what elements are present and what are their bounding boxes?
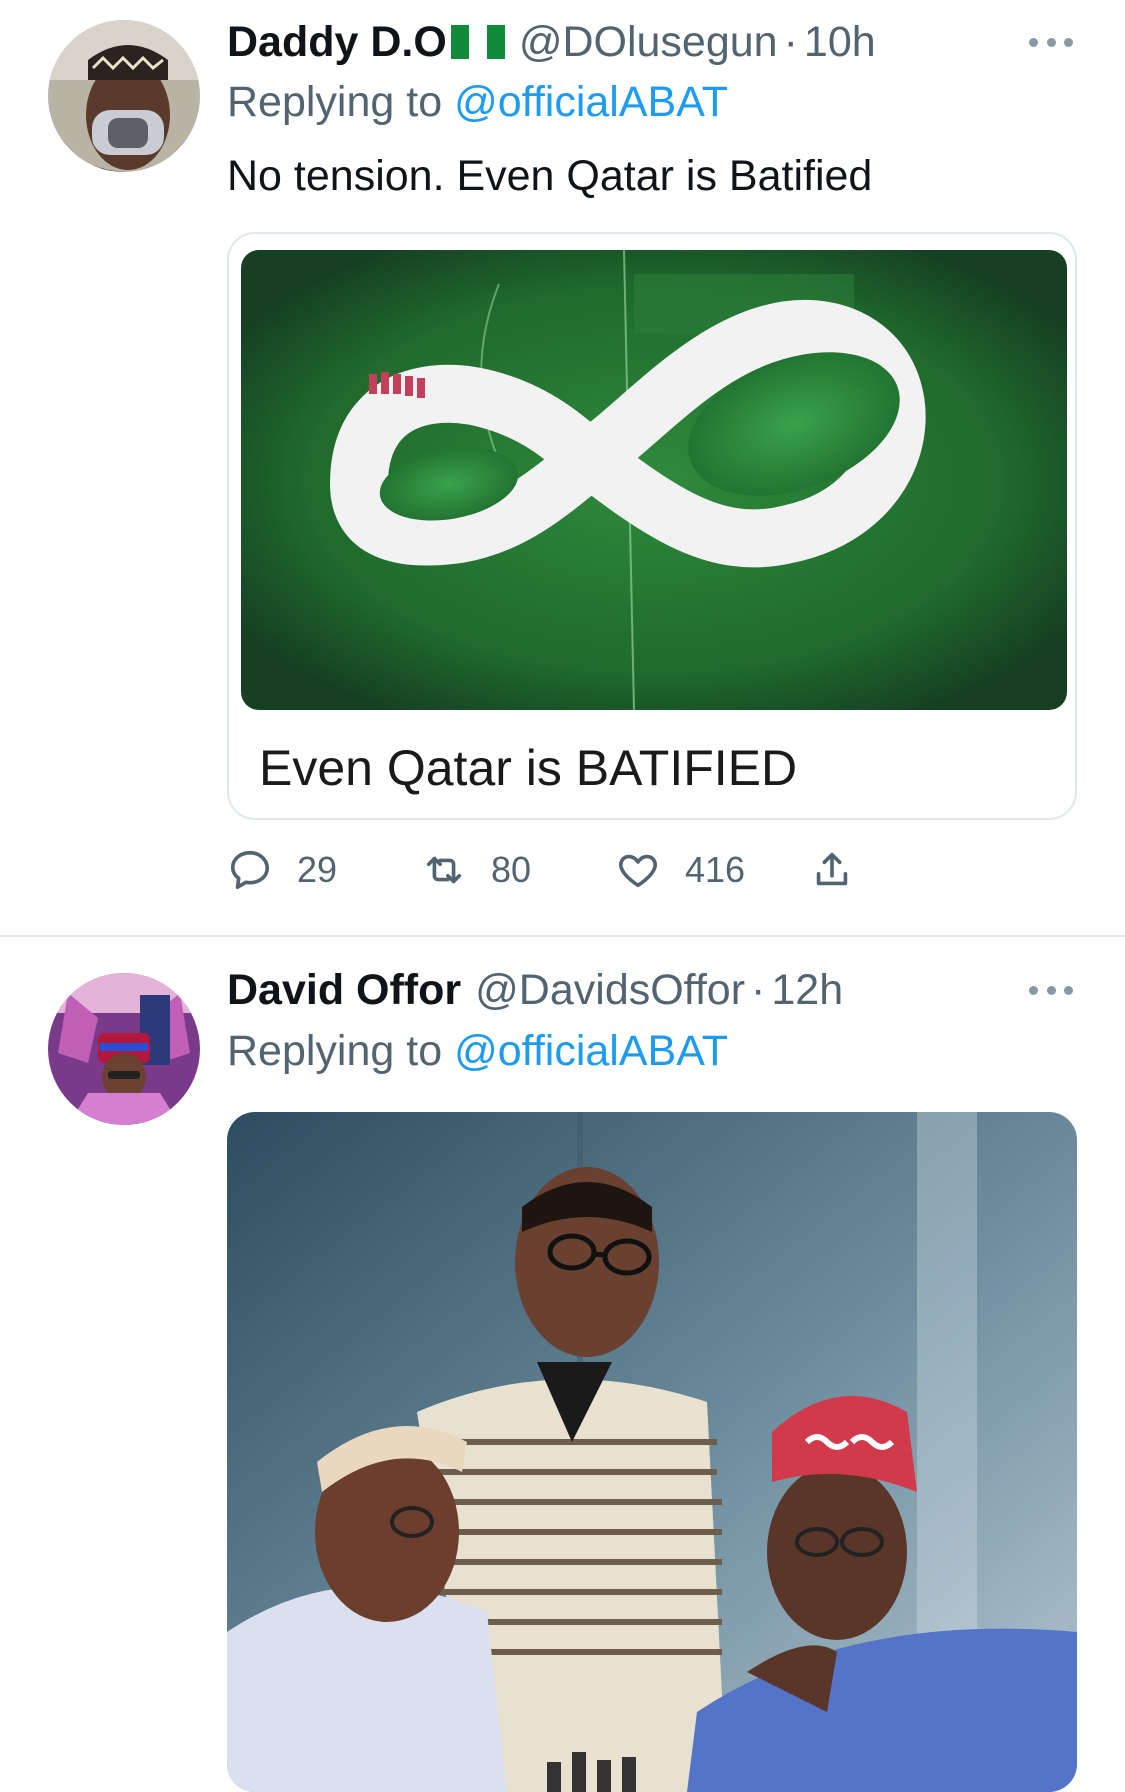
- retweet-icon: [426, 856, 462, 884]
- tweet-media[interactable]: [227, 1112, 1077, 1792]
- heart-icon: [618, 854, 658, 888]
- more-options-icon[interactable]: [1029, 980, 1073, 1000]
- more-options-icon[interactable]: [1029, 32, 1073, 52]
- avatar[interactable]: [48, 20, 200, 172]
- replying-to: Replying to @officialABAT: [227, 74, 728, 130]
- tweet[interactable]: Daddy D.O @DOlusegun · 10h Replying to @…: [0, 0, 1125, 937]
- user-handle[interactable]: @DavidsOffor: [475, 962, 745, 1018]
- tweet-actions: 29 80 416: [227, 840, 947, 900]
- display-name[interactable]: David Offor: [227, 962, 461, 1018]
- reply-button[interactable]: 29: [227, 840, 337, 900]
- timestamp[interactable]: 12h: [771, 962, 843, 1018]
- replying-to: Replying to @officialABAT: [227, 1023, 728, 1079]
- tweet-text: No tension. Even Qatar is Batified: [227, 152, 873, 200]
- retweet-button[interactable]: 80: [421, 840, 531, 900]
- user-handle[interactable]: @DOlusegun: [519, 14, 778, 70]
- tweet-header: David Offor @DavidsOffor · 12h: [227, 962, 843, 1018]
- display-name[interactable]: Daddy D.O: [227, 14, 447, 70]
- share-icon: [816, 852, 848, 886]
- media-caption: Even Qatar is BATIFIED: [259, 740, 798, 796]
- tweet-media[interactable]: Even Qatar is BATIFIED: [227, 232, 1077, 820]
- politicians-image: [227, 1112, 1077, 1792]
- reply-count: 29: [297, 849, 338, 890]
- share-button[interactable]: [809, 840, 855, 900]
- nigeria-flag-icon: [450, 25, 505, 59]
- tweet-header: Daddy D.O @DOlusegun · 10h: [227, 14, 876, 70]
- reply-icon: [230, 850, 270, 890]
- separator-dot: ·: [783, 18, 798, 66]
- stadium-image: [241, 249, 1067, 711]
- replying-to-label: Replying to: [227, 1027, 443, 1075]
- separator-dot: ·: [751, 966, 766, 1014]
- tweet[interactable]: David Offor @DavidsOffor · 12h Replying …: [0, 937, 1125, 1792]
- like-button[interactable]: 416: [615, 840, 745, 900]
- mention-link[interactable]: @officialABAT: [454, 1027, 728, 1075]
- mention-link[interactable]: @officialABAT: [454, 78, 728, 126]
- replying-to-label: Replying to: [227, 78, 443, 126]
- avatar[interactable]: [48, 973, 200, 1125]
- like-count: 416: [685, 849, 746, 890]
- timestamp[interactable]: 10h: [804, 14, 876, 70]
- retweet-count: 80: [491, 849, 532, 890]
